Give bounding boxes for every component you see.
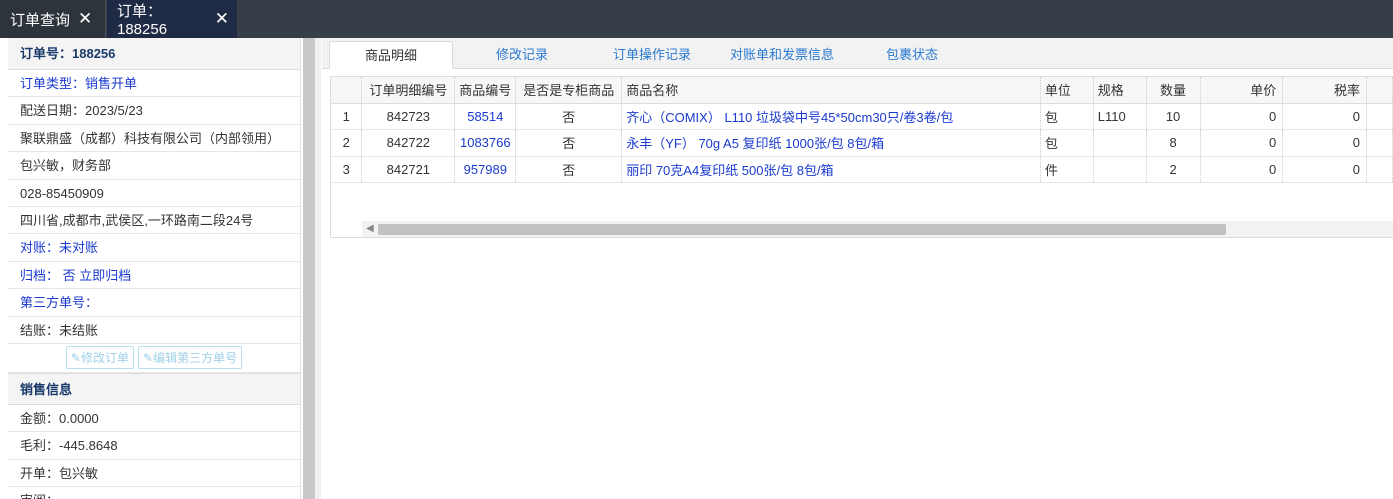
cell-product-name-link[interactable]: 丽印 70克A4复印纸 500张/包 8包/箱 xyxy=(621,156,1041,183)
cell-product-name-link[interactable]: 齐心（COMIX） L110 垃圾袋中号45*50cm30只/卷3卷/包 xyxy=(621,103,1041,130)
cell-unit: 包 xyxy=(1040,103,1094,130)
col-header-price[interactable]: 单价 xyxy=(1200,77,1284,104)
cell-product-id-link[interactable]: 957989 xyxy=(454,156,517,183)
top-tab-bar: 订单查询 ✕ 订单：188256 ✕ xyxy=(0,0,1393,38)
tab-package-status[interactable]: 包裹状态 xyxy=(862,41,962,69)
address: 四川省,成都市,武侯区,一环路南二段24号 xyxy=(8,207,300,235)
cell-price: 0 xyxy=(1200,129,1284,157)
table-row[interactable]: 3 842721 957989 否 丽印 70克A4复印纸 500张/包 8包/… xyxy=(331,156,1393,183)
detail-panel: 商品明细 修改记录 订单操作记录 对账单和发票信息 包裹状态 订单明细编号 商品… xyxy=(322,38,1393,499)
close-icon[interactable]: ✕ xyxy=(215,9,229,29)
cell-tax: 0 xyxy=(1282,129,1368,157)
cell-detail-id: 842721 xyxy=(361,156,456,183)
company-name: 聚联鼎盛（成都）科技有限公司（内部领用） xyxy=(8,125,300,153)
cell-detail-id: 842722 xyxy=(361,129,456,157)
settle-status: 结账：未结账 xyxy=(8,317,300,344)
panel-splitter[interactable] xyxy=(315,38,321,499)
cell-extra xyxy=(1366,156,1393,183)
sales-info-header: 销售信息 xyxy=(8,372,300,405)
cell-unit: 包 xyxy=(1040,129,1094,157)
col-header-counter[interactable]: 是否是专柜商品 xyxy=(515,77,623,104)
cell-rownum: 1 xyxy=(331,103,363,130)
table-row[interactable]: 2 842722 1083766 否 永丰（YF） 70g A5 复印纸 100… xyxy=(331,129,1393,157)
col-header-extra xyxy=(1366,77,1393,104)
cell-price: 0 xyxy=(1200,156,1284,183)
contact-person: 包兴敏，财务部 xyxy=(8,152,300,180)
scrollbar-thumb[interactable] xyxy=(378,224,1226,235)
cell-extra xyxy=(1366,103,1393,130)
cell-counter: 否 xyxy=(515,156,623,183)
order-info-panel: 订单号：188256 订单类型：销售开单 配送日期：2023/5/23 聚联鼎盛… xyxy=(8,38,301,499)
col-header-unit[interactable]: 单位 xyxy=(1040,77,1094,104)
cell-qty: 10 xyxy=(1146,103,1201,130)
horizontal-scrollbar[interactable]: ◀ xyxy=(362,221,1393,237)
third-party-number[interactable]: 第三方单号： xyxy=(8,289,300,317)
col-header-tax[interactable]: 税率 xyxy=(1282,77,1368,104)
cell-rownum: 2 xyxy=(331,129,363,157)
cell-product-name-link[interactable]: 永丰（YF） 70g A5 复印纸 1000张/包 8包/箱 xyxy=(621,129,1041,157)
tab-order-query[interactable]: 订单查询 ✕ xyxy=(0,0,106,38)
scroll-left-arrow-icon[interactable]: ◀ xyxy=(366,223,374,234)
reconcile-status[interactable]: 对账：未对账 xyxy=(8,234,300,262)
cell-product-id-link[interactable]: 1083766 xyxy=(454,129,517,157)
col-header-detail-id[interactable]: 订单明细编号 xyxy=(361,77,456,104)
cell-counter: 否 xyxy=(515,103,623,130)
detail-tabs: 商品明细 修改记录 订单操作记录 对账单和发票信息 包裹状态 xyxy=(322,38,1393,69)
cell-counter: 否 xyxy=(515,129,623,157)
cell-product-id-link[interactable]: 58514 xyxy=(454,103,517,130)
product-grid: 订单明细编号 商品编号 是否是专柜商品 商品名称 单位 规格 数量 单价 税率 … xyxy=(330,76,1393,238)
edit-third-party-button[interactable]: ✎编辑第三方单号 xyxy=(138,346,243,370)
cell-price: 0 xyxy=(1200,103,1284,130)
issuer: 开单：包兴敏 xyxy=(8,460,300,488)
col-header-rownum xyxy=(331,77,363,104)
archive-status[interactable]: 归档： 否 立即归档 xyxy=(8,262,300,290)
cell-rownum: 3 xyxy=(331,156,363,183)
cell-tax: 0 xyxy=(1282,156,1368,183)
gross-profit: 毛利：-445.8648 xyxy=(8,432,300,460)
tab-label: 订单：188256 xyxy=(117,3,168,38)
tab-product-detail[interactable]: 商品明细 xyxy=(329,41,453,69)
table-row[interactable]: 1 842723 58514 否 齐心（COMIX） L110 垃圾袋中号45*… xyxy=(331,103,1393,130)
col-header-product-id[interactable]: 商品编号 xyxy=(454,77,517,104)
col-header-spec[interactable]: 规格 xyxy=(1093,77,1147,104)
col-header-qty[interactable]: 数量 xyxy=(1146,77,1201,104)
col-header-product-name[interactable]: 商品名称 xyxy=(621,77,1041,104)
action-buttons: ✎修改订单 ✎编辑第三方单号 xyxy=(8,344,300,373)
cell-tax: 0 xyxy=(1282,103,1368,130)
edit-icon: ✎ xyxy=(70,351,81,366)
tab-invoice-info[interactable]: 对账单和发票信息 xyxy=(720,41,844,69)
reviewer: 审阅： xyxy=(8,487,300,499)
tab-order-detail[interactable]: 订单：188256 ✕ xyxy=(107,0,237,38)
tab-operation-log[interactable]: 订单操作记录 xyxy=(594,41,710,69)
cell-detail-id: 842723 xyxy=(361,103,456,130)
delivery-date: 配送日期：2023/5/23 xyxy=(8,97,300,125)
cell-unit: 件 xyxy=(1040,156,1094,183)
tab-label: 订单查询 xyxy=(10,11,71,29)
cell-qty: 8 xyxy=(1146,129,1201,157)
cell-spec: L110 xyxy=(1093,103,1147,130)
cell-extra xyxy=(1366,129,1393,157)
amount: 金额：0.0000 xyxy=(8,405,300,433)
tab-change-log[interactable]: 修改记录 xyxy=(472,41,572,69)
cell-spec xyxy=(1093,156,1147,183)
table-header-row: 订单明细编号 商品编号 是否是专柜商品 商品名称 单位 规格 数量 单价 税率 xyxy=(331,77,1393,104)
cell-qty: 2 xyxy=(1146,156,1201,183)
order-type[interactable]: 订单类型：销售开单 xyxy=(8,70,300,98)
order-number-header: 订单号：188256 xyxy=(8,38,300,70)
phone-number: 028-85450909 xyxy=(8,180,300,207)
edit-order-button[interactable]: ✎修改订单 xyxy=(65,346,134,370)
product-table: 订单明细编号 商品编号 是否是专柜商品 商品名称 单位 规格 数量 单价 税率 … xyxy=(331,77,1393,183)
close-icon[interactable]: ✕ xyxy=(78,9,92,29)
vertical-scrollbar[interactable] xyxy=(303,38,315,499)
edit-icon: ✎ xyxy=(143,351,154,366)
cell-spec xyxy=(1093,129,1147,157)
